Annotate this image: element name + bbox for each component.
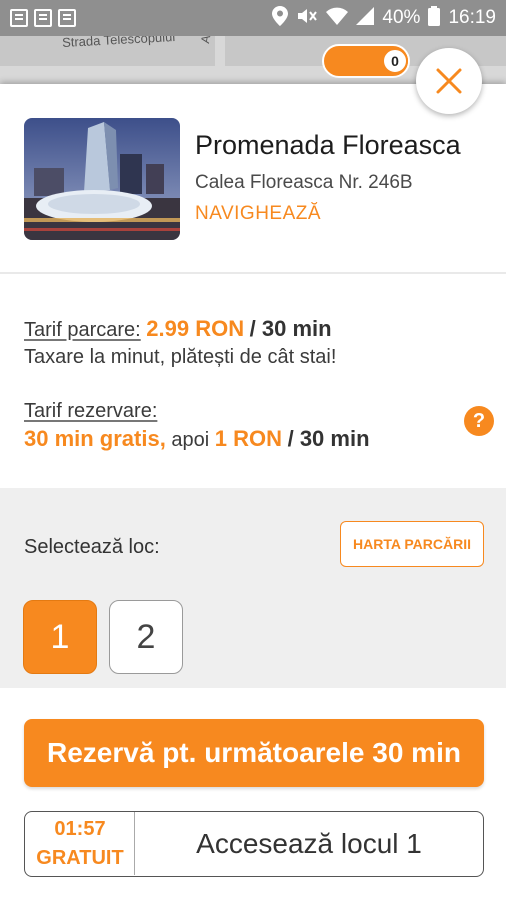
notification-icon [58,9,76,27]
close-button[interactable] [416,48,482,114]
access-spot-button[interactable]: 01:57 GRATUIT Accesează locul 1 [24,811,484,877]
help-icon: ? [472,409,486,432]
parking-tariff-period: / 30 min [249,316,332,341]
access-timer-box: 01:57 GRATUIT [25,812,135,875]
signal-icon [356,6,375,30]
reservation-period: / 30 min [287,426,370,451]
status-bar: 40% 16:19 [0,0,506,36]
parking-tariff-price: 2.99 RON [146,316,245,341]
access-timer: 01:57 [54,818,106,840]
access-spot-label: Accesează locul 1 [196,827,422,859]
close-icon [436,68,462,94]
battery-percent: 40% [382,7,421,28]
parking-tariff-label: Tarif parcare: [24,319,141,341]
reservation-price: 1 RON [214,426,283,451]
marker-count-badge: 0 [382,48,408,74]
tariffs-section: Tarif parcare: 2.99 RON / 30 min Taxare … [0,274,506,488]
access-free-label: GRATUIT [36,847,124,869]
parking-tariff-note: Taxare la minut, plătești de cât stai! [24,346,337,368]
reservation-tariff-label: Tarif rezervare: [24,400,158,422]
notification-icon [34,9,52,27]
venue-name: Promenada Floreasca [195,130,461,160]
location-icon [272,5,289,31]
wifi-icon [326,7,349,30]
venue-photo [24,118,180,240]
reservation-then: apoi [171,429,210,451]
reservation-tariff-label-line: Tarif rezervare: [24,400,157,423]
notification-icons [10,9,76,27]
map-street-label: Strada Telescopului [61,36,176,50]
spot-2-button[interactable]: 2 [109,600,183,674]
clock: 16:19 [448,7,496,28]
reservation-tariff-line: 30 min gratis, apoi 1 RON / 30 min [24,426,370,452]
reserve-button[interactable]: Rezervă pt. următoarele 30 min [24,719,484,787]
parking-map-button[interactable]: HARTA PARCĂRII [340,521,484,567]
help-button[interactable]: ? [464,406,494,436]
parking-tariff-line: Tarif parcare: 2.99 RON / 30 min [24,316,332,342]
map-road [215,36,225,84]
notification-icon [10,9,28,27]
mute-icon [296,6,318,31]
select-spot-label: Selectează loc: [24,536,160,558]
spot-selection: Selectează loc: HARTA PARCĂRII 1 2 [0,488,506,688]
spot-1-button[interactable]: 1 [23,600,97,674]
venue-address: Calea Floreasca Nr. 246B [195,172,413,193]
navigate-link[interactable]: NAVIGHEAZĂ [195,203,321,225]
reservation-free-part: 30 min gratis, [24,426,166,451]
battery-icon [428,5,441,31]
